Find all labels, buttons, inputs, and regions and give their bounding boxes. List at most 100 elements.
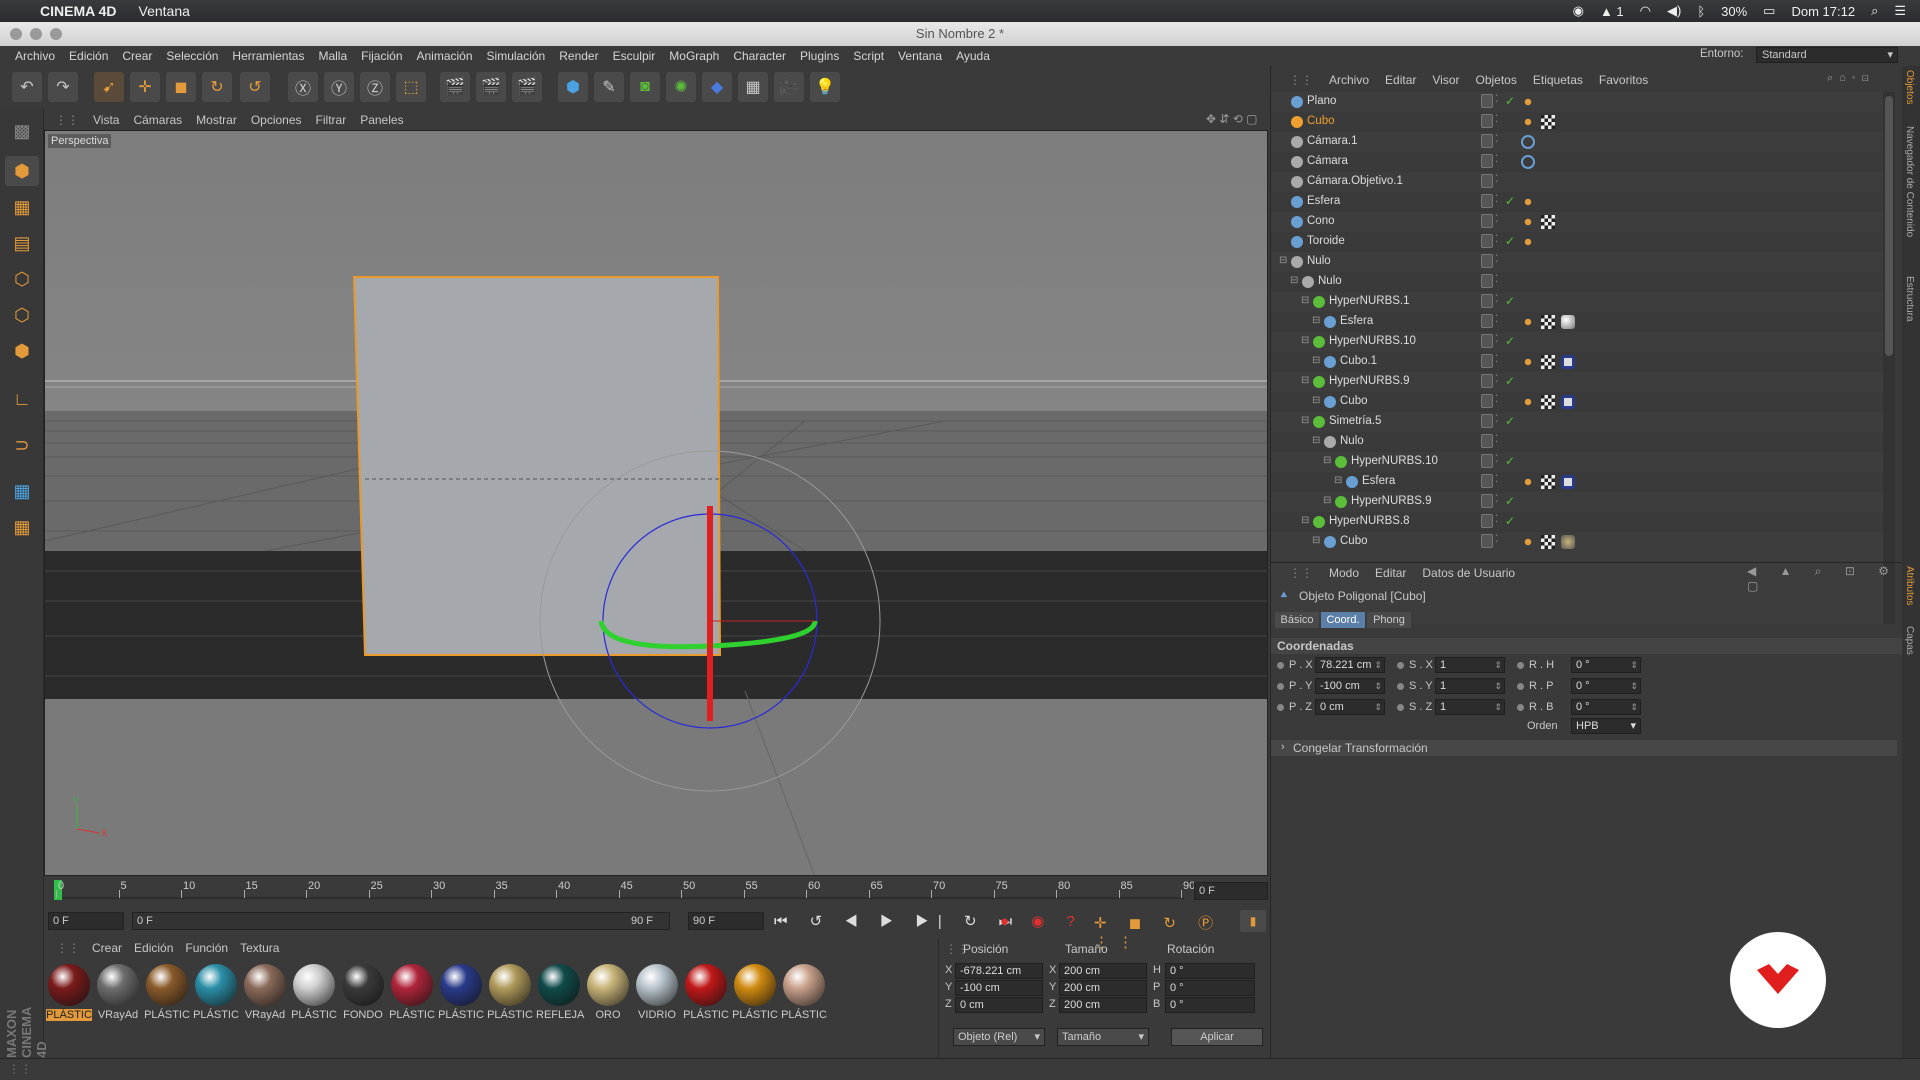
side-tab-0[interactable]: Objetos (1904, 70, 1915, 104)
checker-tag-icon[interactable] (1541, 215, 1555, 229)
material-swatch[interactable]: PLÁSTIC (144, 964, 190, 1021)
tree-expander[interactable]: ⊟ (1312, 535, 1320, 546)
side-tab-3[interactable]: Atributos (1904, 566, 1915, 605)
render-dots[interactable]: ⁚ (1495, 374, 1498, 385)
position-attr-dot[interactable] (1277, 683, 1284, 690)
object-row[interactable]: ⊟ HyperNURBS.10 ⁚ ✓ (1271, 332, 1883, 352)
checker-tag-icon[interactable] (1541, 395, 1555, 409)
menu-10[interactable]: Esculpir (606, 49, 663, 63)
menu-13[interactable]: Plugins (793, 49, 846, 63)
render-dots[interactable]: ⁚ (1495, 254, 1498, 265)
workplane-lock-button[interactable]: ▦ (5, 476, 39, 506)
rotation-attr-field[interactable]: 0 ° ⇕ (1571, 678, 1641, 694)
rotation-attr-field[interactable]: 0 ° ⇕ (1571, 699, 1641, 715)
timeline-window-button[interactable]: ▮ (1240, 910, 1266, 932)
texture-mode-button[interactable]: ▦ (5, 192, 39, 222)
perspective-viewport[interactable]: Y X Perspectiva (44, 130, 1268, 876)
environment-select[interactable]: Standard ▾ (1756, 47, 1898, 63)
visibility-toggle[interactable] (1481, 114, 1493, 128)
start-frame-field[interactable]: 0 F (48, 912, 124, 930)
render-dots[interactable]: ⁚ (1495, 414, 1498, 425)
add-light-button[interactable]: 💡 (810, 72, 840, 102)
enabled-check-icon[interactable]: ✓ (1505, 374, 1515, 388)
material-swatch[interactable]: VRayAd (95, 964, 141, 1021)
add-cube-button[interactable]: ⬢ (558, 72, 588, 102)
tree-expander[interactable]: ⊟ (1301, 515, 1309, 526)
object-row[interactable]: ⊟ Nulo ⁚ (1271, 272, 1883, 292)
dot-tag-icon[interactable] (1521, 355, 1535, 369)
object-row[interactable]: ⊟ HyperNURBS.9 ⁚ ✓ (1271, 492, 1883, 512)
object-row[interactable]: ⊟ Cubo ⁚ (1271, 392, 1883, 412)
visibility-toggle[interactable] (1481, 234, 1493, 248)
notification-center-icon[interactable]: ☰ (1894, 3, 1906, 19)
battery-level[interactable]: 30% (1721, 4, 1747, 19)
rotate-tool-button[interactable]: ↻ (202, 72, 232, 102)
object-row[interactable]: Cámara ⁚ (1271, 152, 1883, 172)
frame-range-slider[interactable]: 0 F 90 F (132, 912, 670, 930)
zoom-window-button[interactable] (50, 28, 62, 40)
rotation-attr-dot[interactable] (1517, 704, 1524, 711)
attribute-tab-1[interactable]: Coord. (1321, 612, 1365, 628)
add-deformer-button[interactable]: ◆ (702, 72, 732, 102)
position-attr-dot[interactable] (1277, 662, 1284, 669)
render-dots[interactable]: ⁚ (1495, 94, 1498, 105)
visibility-toggle[interactable] (1481, 434, 1493, 448)
tree-expander[interactable]: ⊟ (1312, 355, 1320, 366)
overlay-logo-button[interactable] (1730, 932, 1826, 1028)
visibility-toggle[interactable] (1481, 254, 1493, 268)
position-attr-field[interactable]: 78.221 cm ⇕ (1315, 657, 1385, 673)
y-axis-lock-button[interactable]: Ⓨ (324, 72, 354, 102)
scrollbar-thumb[interactable] (1885, 96, 1893, 356)
size-field[interactable]: 200 cm (1059, 963, 1147, 979)
material-swatch[interactable]: PLÁSTIC (732, 964, 778, 1021)
dot-tag-icon[interactable] (1521, 195, 1535, 209)
spotlight-icon[interactable]: ⌕ (1871, 3, 1878, 19)
tree-expander[interactable]: ⊟ (1323, 495, 1331, 506)
volume-icon[interactable]: ◀) (1667, 3, 1681, 19)
visibility-toggle[interactable] (1481, 354, 1493, 368)
dot-tag-icon[interactable] (1521, 215, 1535, 229)
coord-mode-select[interactable]: Objeto (Rel) ▾ (953, 1028, 1045, 1046)
checker-tag-icon[interactable] (1541, 315, 1555, 329)
object-row[interactable]: ⊟ Esfera ⁚ (1271, 472, 1883, 492)
object-row[interactable]: Cámara.Objetivo.1 ⁚ (1271, 172, 1883, 192)
render-dots[interactable]: ⁚ (1495, 294, 1498, 305)
object-row[interactable]: ⊟ Simetría.5 ⁚ ✓ (1271, 412, 1883, 432)
target-tag-icon[interactable] (1521, 135, 1535, 149)
material-menu-1[interactable]: Edición (128, 941, 179, 955)
stepper-icon[interactable]: ⇕ (1494, 658, 1502, 672)
freeze-transform-section[interactable]: › Congelar Transformación (1271, 740, 1897, 756)
adobe-icon[interactable]: ▲ 1 (1600, 4, 1624, 19)
material-menu-2[interactable]: Función (179, 941, 234, 955)
material-swatch[interactable]: PLÁSTIC (46, 964, 92, 1021)
size-field[interactable]: 200 cm (1059, 980, 1147, 996)
tree-expander[interactable]: ⊟ (1301, 415, 1309, 426)
dot-tag-icon[interactable] (1521, 315, 1535, 329)
target-tag-icon[interactable] (1521, 155, 1535, 169)
visibility-toggle[interactable] (1481, 214, 1493, 228)
close-window-button[interactable] (10, 28, 22, 40)
app-name[interactable]: CINEMA 4D (40, 3, 117, 19)
enabled-check-icon[interactable]: ✓ (1505, 294, 1515, 308)
tree-expander[interactable]: ⊟ (1301, 335, 1309, 346)
playback-controls[interactable]: ⏮ ↺ ◀ ▶ ▶| ↻ ⏭ (774, 912, 1021, 930)
size-field[interactable]: 200 cm (1059, 997, 1147, 1013)
enabled-check-icon[interactable]: ✓ (1505, 94, 1515, 108)
stepper-icon[interactable]: ⇕ (1374, 679, 1382, 693)
object-row[interactable]: Cámara.1 ⁚ (1271, 132, 1883, 152)
visibility-toggle[interactable] (1481, 454, 1493, 468)
stepper-icon[interactable]: ⇕ (1630, 658, 1638, 672)
order-select[interactable]: HPB ▾ (1571, 718, 1641, 734)
object-menu-2[interactable]: Visor (1424, 73, 1467, 87)
object-row[interactable]: Plano ⁚ ✓ (1271, 92, 1883, 112)
menu-9[interactable]: Render (552, 49, 605, 63)
material-swatch[interactable]: PLÁSTIC (487, 964, 533, 1021)
render-dots[interactable]: ⁚ (1495, 274, 1498, 285)
visibility-toggle[interactable] (1481, 154, 1493, 168)
material-menu-0[interactable]: Crear (86, 941, 128, 955)
render-dots[interactable]: ⁚ (1495, 354, 1498, 365)
render-dots[interactable]: ⁚ (1495, 434, 1498, 445)
visibility-toggle[interactable] (1481, 414, 1493, 428)
axis-mode-button[interactable]: ∟ (5, 384, 39, 414)
visibility-toggle[interactable] (1481, 274, 1493, 288)
